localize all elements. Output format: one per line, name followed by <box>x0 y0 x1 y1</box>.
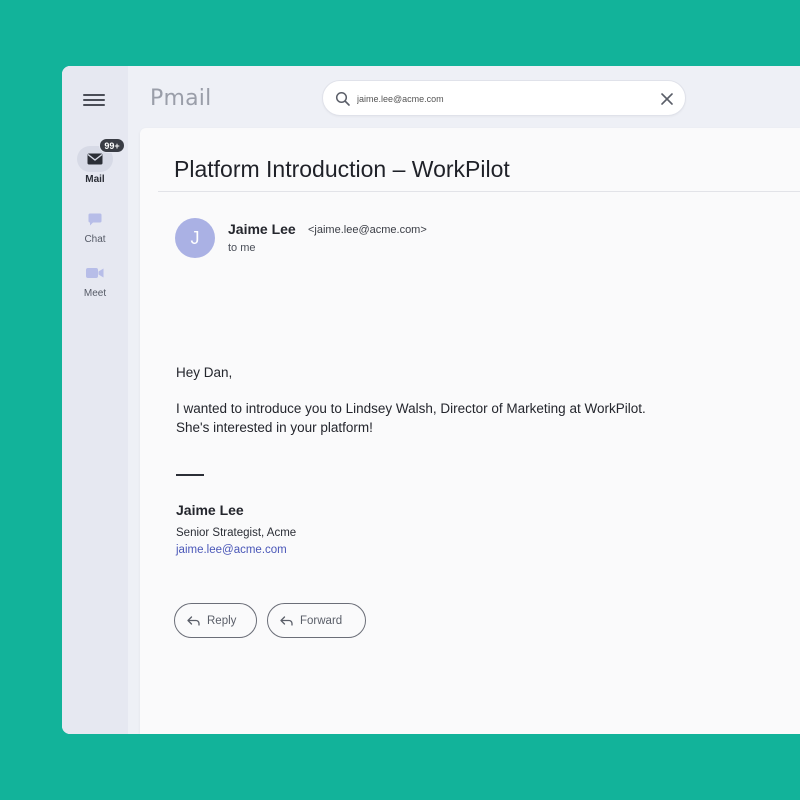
email-body: I wanted to introduce you to Lindsey Wal… <box>176 399 776 437</box>
hamburger-menu-icon[interactable] <box>83 94 105 106</box>
avatar: J <box>175 218 215 258</box>
signature-title: Senior Strategist, Acme <box>176 527 297 539</box>
email-view: Platform Introduction – WorkPilot J Jaim… <box>140 128 800 734</box>
forward-icon <box>280 615 293 626</box>
email-greeting: Hey Dan, <box>176 365 233 380</box>
unread-count-badge: 99+ <box>99 138 125 153</box>
mail-window: 99+ Mail Chat Meet Pmail jaime.lee@acme.… <box>62 66 800 734</box>
email-subject: Platform Introduction – WorkPilot <box>174 156 510 182</box>
reply-button[interactable]: Reply <box>174 603 257 638</box>
reply-icon <box>187 615 200 626</box>
sender-name: Jaime Lee <box>228 221 296 237</box>
sidebar-item-label: Mail <box>85 174 105 185</box>
mail-icon <box>87 153 103 165</box>
sidebar-item-label: Chat <box>84 234 106 245</box>
close-icon[interactable] <box>659 91 675 107</box>
sidebar-item-mail[interactable]: 99+ Mail <box>62 138 128 185</box>
search-icon[interactable] <box>335 91 351 107</box>
sidebar-item-label: Meet <box>83 288 107 299</box>
app-logo: Pmail <box>150 86 212 111</box>
signature-divider <box>176 474 204 476</box>
search-bar <box>322 80 686 116</box>
reply-label: Reply <box>207 614 237 627</box>
signature-email-link[interactable]: jaime.lee@acme.com <box>176 544 287 556</box>
signature-name: Jaime Lee <box>176 502 244 518</box>
forward-label: Forward <box>300 614 343 627</box>
video-icon <box>86 268 104 278</box>
forward-button[interactable]: Forward <box>267 603 366 638</box>
search-input[interactable] <box>357 89 637 109</box>
sender-email: <jaime.lee@acme.com> <box>308 224 427 236</box>
email-body-line: She's interested in your platform! <box>176 420 373 435</box>
chat-icon <box>88 213 102 225</box>
divider <box>158 191 800 192</box>
sidebar-item-chat[interactable]: Chat <box>62 206 128 245</box>
recipient-line: to me <box>228 242 256 254</box>
email-body-line: I wanted to introduce you to Lindsey Wal… <box>176 401 646 416</box>
sidebar: 99+ Mail Chat Meet <box>62 66 128 734</box>
sidebar-item-meet[interactable]: Meet <box>62 260 128 299</box>
